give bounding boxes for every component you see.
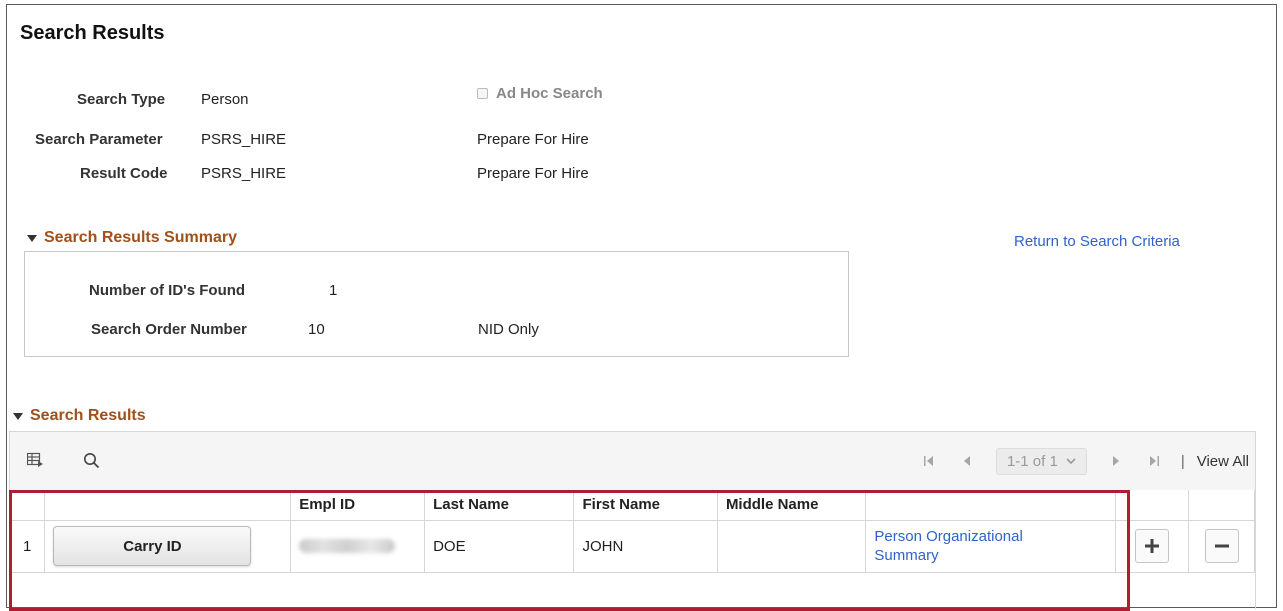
summary-box: Number of ID's Found 1 Search Order Numb… — [24, 251, 849, 357]
pager-separator: | — [1180, 452, 1185, 470]
carry-id-button[interactable]: Carry ID — [53, 526, 252, 566]
page-range-value: 1-1 of 1 — [1006, 452, 1058, 470]
column-header-first-name: First Name — [573, 490, 718, 521]
search-parameter-value: PSRS_HIRE — [201, 131, 287, 148]
return-to-search-criteria-link[interactable]: Return to Search Criteria — [1014, 233, 1180, 250]
action-header — [44, 490, 292, 521]
action-cell: Carry ID — [44, 520, 292, 573]
result-code-value: PSRS_HIRE — [201, 165, 287, 182]
grid-settings-icon[interactable] — [24, 449, 46, 471]
checkbox-icon — [477, 88, 488, 99]
dropdown-chevron-icon — [1066, 457, 1076, 464]
first-name-cell: JOHN — [573, 520, 718, 573]
empl-id-redacted — [299, 539, 396, 553]
search-parameter-label: Search Parameter — [35, 131, 163, 148]
empl-id-cell — [290, 520, 426, 573]
delete-row-button[interactable] — [1204, 529, 1239, 563]
table-header-row: Empl ID Last Name First Name Middle Name — [10, 490, 1255, 521]
search-order-value: 10 — [308, 321, 325, 338]
pager: 1-1 of 1 | View All — [910, 446, 1255, 476]
search-icon[interactable] — [80, 449, 102, 471]
column-header-last-name: Last Name — [424, 490, 575, 521]
table-row: 1 Carry ID DOE JOHN Person Organizationa… — [10, 520, 1255, 573]
search-order-label: Search Order Number — [91, 321, 247, 338]
row-number: 1 — [10, 520, 46, 573]
next-page-icon[interactable] — [1104, 455, 1128, 467]
view-all-link[interactable]: View All — [1197, 453, 1249, 470]
search-order-description: NID Only — [478, 321, 539, 338]
person-organizational-summary-link[interactable]: Person Organizational Summary — [874, 527, 1074, 565]
add-header — [1115, 490, 1190, 521]
summary-section-header[interactable]: Search Results Summary — [27, 229, 237, 247]
first-page-icon[interactable] — [917, 455, 941, 467]
search-type-value: Person — [201, 91, 249, 108]
summary-section-title: Search Results Summary — [44, 229, 237, 246]
link-header — [865, 490, 1117, 521]
add-row-button[interactable] — [1135, 529, 1170, 563]
result-code-description: Prepare For Hire — [477, 165, 589, 182]
previous-page-icon[interactable] — [955, 455, 979, 467]
search-results-panel: Search Results Search Type Person Ad Hoc… — [6, 4, 1277, 609]
middle-name-cell — [717, 520, 867, 573]
add-cell — [1115, 520, 1190, 573]
column-header-empl-id: Empl ID — [290, 490, 426, 521]
last-name-cell: DOE — [424, 520, 575, 573]
collapse-triangle-icon — [13, 412, 23, 420]
delete-row-icon — [1214, 544, 1229, 548]
collapse-triangle-icon — [27, 234, 37, 242]
grid-toolbar: 1-1 of 1 | View All — [10, 432, 1255, 491]
results-grid: 1-1 of 1 | View All Empl ID Last Name Fi… — [9, 431, 1256, 609]
ids-found-value: 1 — [329, 282, 338, 299]
page-range-select[interactable]: 1-1 of 1 — [995, 447, 1087, 475]
add-row-icon — [1145, 539, 1160, 553]
row-number-header — [10, 490, 46, 521]
search-parameter-description: Prepare For Hire — [477, 131, 589, 148]
link-cell: Person Organizational Summary — [865, 520, 1117, 573]
page-title: Search Results — [20, 22, 165, 44]
result-code-label: Result Code — [80, 165, 168, 182]
delete-header — [1188, 490, 1255, 521]
results-table: Empl ID Last Name First Name Middle Name… — [10, 490, 1255, 573]
last-page-icon[interactable] — [1142, 455, 1166, 467]
ids-found-label: Number of ID's Found — [89, 282, 246, 299]
adhoc-search-label: Ad Hoc Search — [496, 85, 603, 102]
search-type-label: Search Type — [77, 91, 166, 108]
column-header-middle-name: Middle Name — [717, 490, 867, 521]
results-section-title: Search Results — [30, 407, 146, 424]
delete-cell — [1188, 520, 1255, 573]
adhoc-search-checkbox: Ad Hoc Search — [477, 85, 603, 102]
results-section-header[interactable]: Search Results — [13, 407, 146, 425]
